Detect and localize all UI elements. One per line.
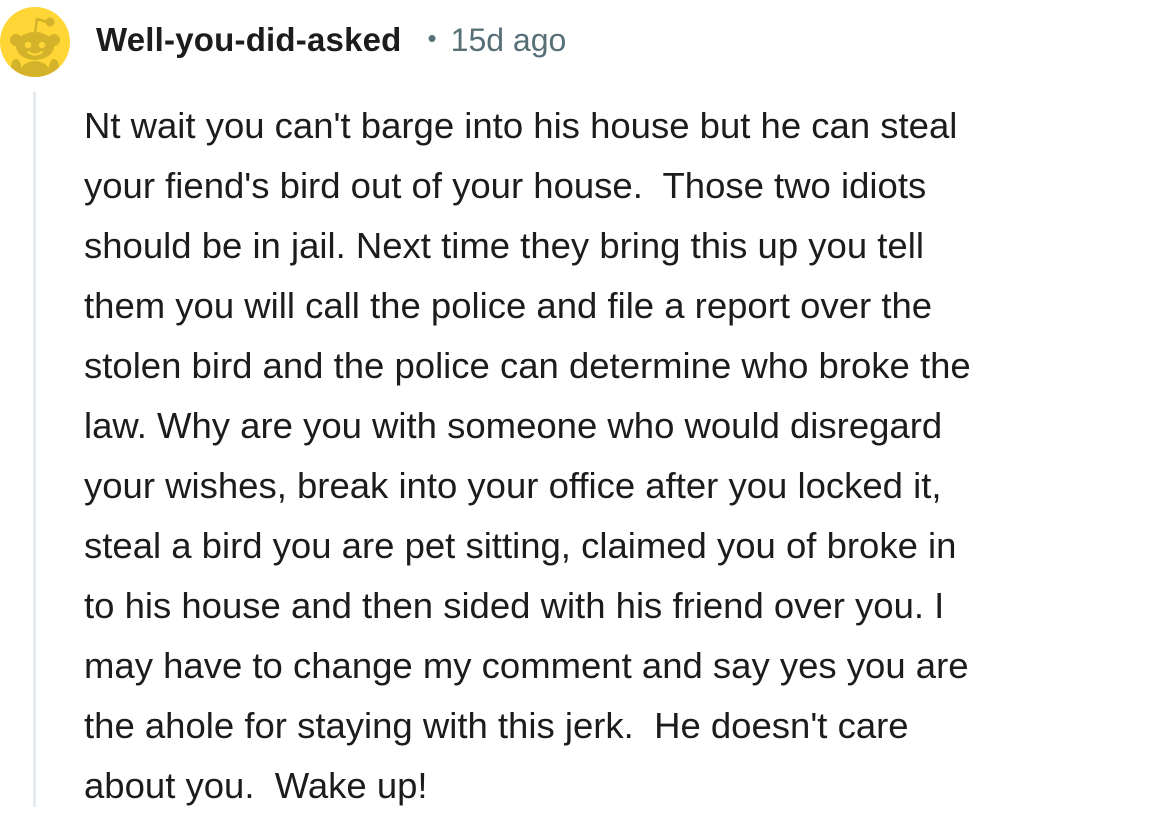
snoo-avatar-icon [0, 7, 70, 77]
thread-line[interactable] [33, 92, 36, 807]
comment-author[interactable]: Well-you-did-asked [96, 21, 402, 59]
user-avatar[interactable] [0, 7, 70, 77]
meta-separator: • [427, 22, 437, 53]
comment-timestamp[interactable]: 15d ago [451, 22, 567, 59]
comment-header: Well-you-did-asked • 15d ago [96, 18, 566, 62]
comment-body: Nt wait you can't barge into his house b… [84, 105, 971, 806]
